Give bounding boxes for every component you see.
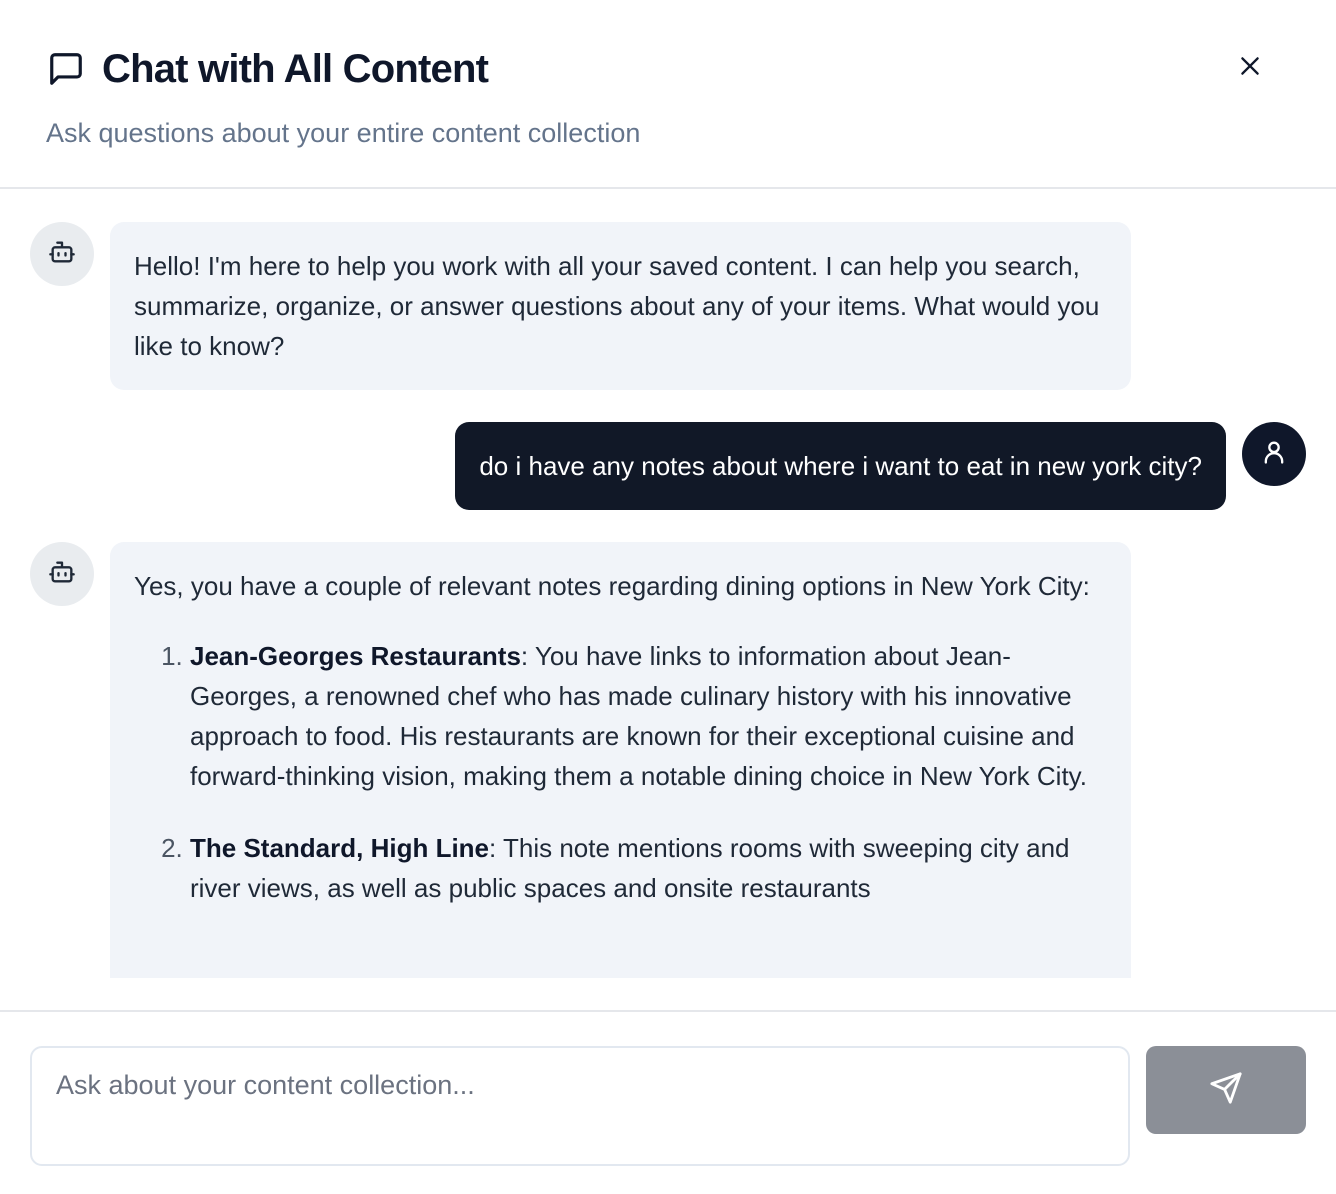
send-icon [1209,1071,1243,1110]
assistant-avatar [30,542,94,606]
assistant-message: Yes, you have a couple of relevant notes… [110,542,1131,978]
user-message: do i have any notes about where i want t… [455,422,1226,510]
chat-dialog: Chat with All Content Ask questions abou… [0,0,1336,1194]
send-button[interactable] [1146,1046,1306,1134]
close-button[interactable] [1228,48,1272,88]
dialog-header: Chat with All Content Ask questions abou… [0,0,1336,189]
bot-icon [48,238,76,271]
title-row: Chat with All Content [46,44,489,94]
user-icon [1260,438,1288,471]
message-text: Hello! I'm here to help you work with al… [134,251,1100,361]
restaurant-list: Jean-Georges Restaurants: You have links… [134,636,1107,908]
dialog-title: Chat with All Content [102,46,489,91]
user-avatar [1242,422,1306,486]
composer [0,1010,1336,1194]
assistant-message: Hello! I'm here to help you work with al… [110,222,1131,390]
message-intro: Yes, you have a couple of relevant notes… [134,571,1090,601]
list-item: The Standard, High Line: This note menti… [190,828,1107,908]
list-item-title: The Standard, High Line [190,833,490,863]
message-input[interactable] [30,1046,1130,1166]
message-list[interactable]: Hello! I'm here to help you work with al… [0,191,1336,978]
message-text: do i have any notes about where i want t… [479,451,1202,481]
message-square-icon [46,49,86,89]
assistant-avatar [30,222,94,286]
dialog-subtitle: Ask questions about your entire content … [46,118,641,148]
list-item: Jean-Georges Restaurants: You have links… [190,636,1107,796]
bot-icon [48,558,76,591]
close-icon [1237,53,1263,84]
list-item-title: Jean-Georges Restaurants [190,641,521,671]
